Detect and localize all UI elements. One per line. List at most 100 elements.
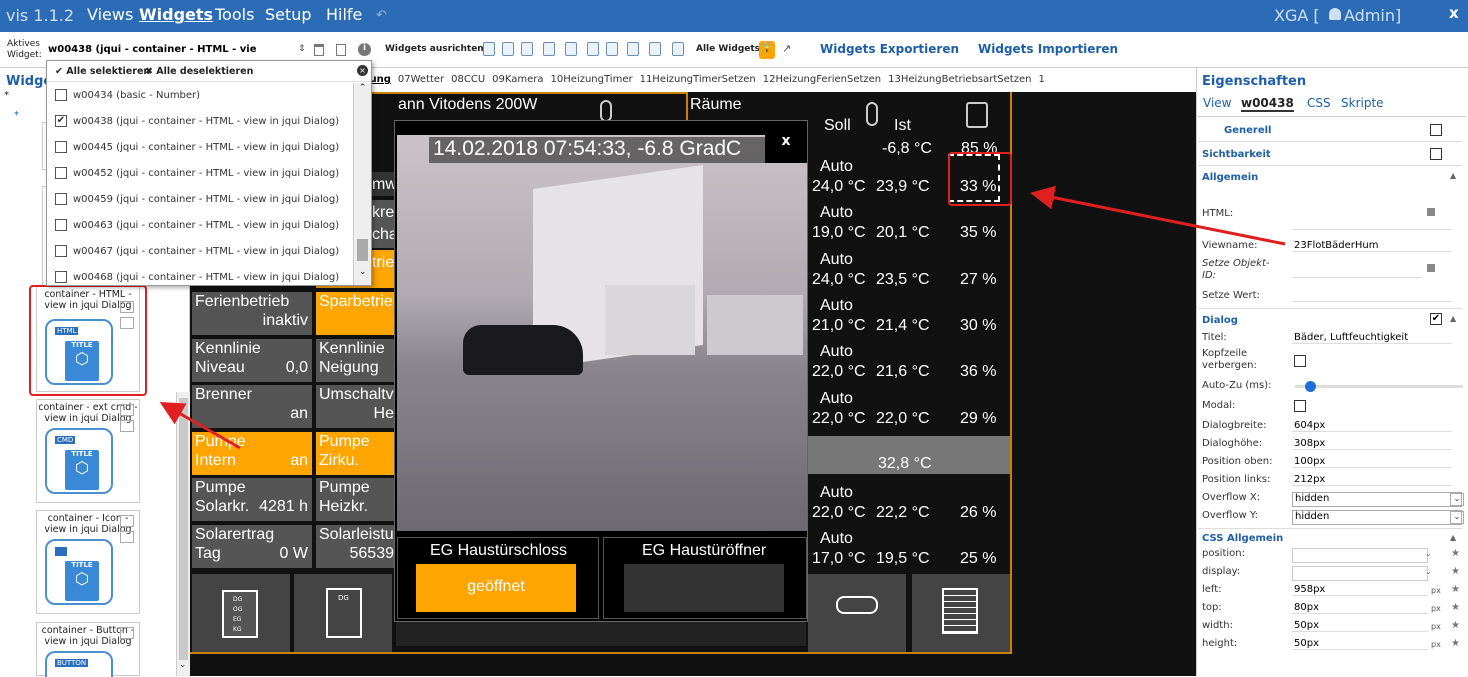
dropdown-close-icon[interactable]: × <box>357 65 368 76</box>
item-checkbox[interactable] <box>55 245 67 257</box>
dropdown-scrollbar[interactable]: ⌃ ⌄ <box>353 83 371 285</box>
dropdown-item[interactable]: w00468 (jqui - container - HTML - view i… <box>55 269 353 285</box>
autozu-slider[interactable] <box>1295 381 1463 392</box>
dropdown-item[interactable]: w00452 (jqui - container - HTML - view i… <box>55 165 353 185</box>
setze-wert-input[interactable] <box>1292 290 1452 302</box>
image-icon[interactable] <box>120 420 134 432</box>
menu-widgets[interactable]: Widgets <box>139 5 213 24</box>
scroll-up-icon[interactable]: ⌃ <box>359 83 367 93</box>
dropdown-item[interactable]: w00467 (jqui - container - HTML - view i… <box>55 243 353 263</box>
section-css-allgemein[interactable]: CSS Allgemein ▲ <box>1198 528 1462 546</box>
section-dialog[interactable]: Dialog ✔ ▲ <box>1198 308 1462 330</box>
scroll-thumb[interactable] <box>357 239 368 261</box>
item-checkbox[interactable] <box>55 271 67 283</box>
overflow-y-select[interactable]: hidden <box>1292 510 1462 525</box>
css-input[interactable]: 958px <box>1292 584 1428 596</box>
collapse-icon[interactable]: ▲ <box>1450 171 1456 180</box>
css-input[interactable] <box>1292 548 1428 563</box>
star-icon[interactable]: ★ <box>1451 638 1461 650</box>
dropdown-item[interactable]: w00463 (jqui - container - HTML - view i… <box>55 217 353 237</box>
view-tab[interactable]: 1 <box>1038 74 1044 85</box>
section-allgemein[interactable]: Allgemein ▲ <box>1198 168 1462 190</box>
item-checkbox[interactable] <box>55 141 67 153</box>
room-humidity[interactable]: 27 % <box>960 271 996 289</box>
setze-objekt-input[interactable] <box>1292 258 1422 278</box>
align-left-icon[interactable] <box>483 42 495 56</box>
palette-widget-button[interactable]: container - Button - view in jqui Dialog… <box>36 622 140 677</box>
collapse-icon[interactable]: ▲ <box>1450 533 1456 542</box>
css-input[interactable]: 80px <box>1292 602 1428 614</box>
dialog-checkbox[interactable]: ✔ <box>1430 313 1442 325</box>
same-width-icon[interactable] <box>649 42 661 56</box>
deselect-all-option[interactable]: ✖ Alle deselektieren <box>145 66 253 77</box>
distribute-h-icon[interactable] <box>606 42 618 56</box>
door-opener-button[interactable] <box>624 564 784 612</box>
section-generell[interactable]: Generell <box>1198 120 1462 142</box>
item-checkbox[interactable] <box>55 167 67 179</box>
edit-icon[interactable] <box>1427 208 1435 216</box>
titel-input[interactable]: Bäder, Luftfeuchtigkeit <box>1292 332 1452 344</box>
chevron-down-icon[interactable]: ⌄ <box>1450 493 1464 506</box>
kopfzeile-checkbox[interactable] <box>1294 355 1306 367</box>
house-button-all[interactable]: DG OG EG KG <box>192 574 290 652</box>
overflow-x-select[interactable]: hidden <box>1292 492 1462 507</box>
chevron-down-icon[interactable]: ⌄ <box>1425 567 1432 576</box>
menu-views[interactable]: Views <box>87 5 133 24</box>
same-height-icon[interactable] <box>672 42 684 56</box>
export-widgets-link[interactable]: Widgets Exportieren <box>820 42 959 56</box>
close-icon[interactable]: x <box>1449 4 1459 22</box>
chevron-down-icon[interactable]: ⌄ <box>1425 549 1432 558</box>
chevron-down-icon[interactable]: ⌄ <box>1450 511 1464 524</box>
align-top-icon[interactable] <box>521 42 533 56</box>
modal-checkbox[interactable] <box>1294 400 1306 412</box>
tab-view[interactable]: View <box>1203 96 1231 110</box>
object-picker-icon[interactable] <box>1427 264 1435 272</box>
preview-icon[interactable] <box>120 404 134 416</box>
room-humidity[interactable]: 29 % <box>960 410 996 428</box>
star-icon[interactable]: ★ <box>1451 566 1461 578</box>
menu-setup[interactable]: Setup <box>265 5 312 24</box>
align-bottom-icon[interactable] <box>543 42 555 56</box>
prop-input[interactable]: 604px <box>1292 420 1452 432</box>
viewname-input[interactable]: 23FlotBäderHum <box>1292 240 1452 252</box>
tab-widget[interactable]: w00438 <box>1241 96 1294 112</box>
house-button-dg[interactable]: DG <box>294 574 392 652</box>
prop-input[interactable]: 308px <box>1292 438 1452 450</box>
undo-icon[interactable]: ↶ <box>376 8 387 23</box>
section-sichtbarkeit[interactable]: Sichtbarkeit <box>1198 144 1462 166</box>
dropdown-item[interactable]: w00459 (jqui - container - HTML - view i… <box>55 191 353 211</box>
preview-icon[interactable] <box>120 515 134 527</box>
item-checkbox[interactable] <box>55 219 67 231</box>
palette-scrollbar[interactable]: ⌄ <box>176 392 190 676</box>
view-tab[interactable]: 07Wetter <box>398 74 444 85</box>
view-tab[interactable]: 13HeizungBetriebsartSetzen <box>888 74 1031 85</box>
item-checkbox[interactable]: ✔ <box>55 115 67 127</box>
palette-widget-cmd[interactable]: container - ext cmd - view in jqui Dialo… <box>36 399 140 503</box>
star-icon[interactable]: ★ <box>1451 548 1461 560</box>
prop-input[interactable]: 100px <box>1292 456 1452 468</box>
collapse-icon[interactable]: ▲ <box>1450 314 1456 323</box>
select-all-option[interactable]: ✔ Alle selektieren <box>55 66 150 77</box>
room-humidity[interactable]: 26 % <box>960 504 996 522</box>
view-tab[interactable]: 09Kamera <box>492 74 543 85</box>
slider-thumb[interactable] <box>1305 381 1317 392</box>
css-input[interactable]: 50px <box>1292 620 1428 632</box>
dropdown-item[interactable]: w00434 (basic - Number) <box>55 87 353 107</box>
external-link-icon[interactable]: ↗ <box>782 42 791 55</box>
tab-css[interactable]: CSS <box>1307 96 1331 110</box>
menu-hilfe[interactable]: Hilfe <box>326 5 362 24</box>
palette-widget-icon[interactable]: container - Icon - view in jqui Dialog T… <box>36 510 140 614</box>
align-center-v-icon[interactable] <box>565 42 577 56</box>
import-widgets-link[interactable]: Widgets Importieren <box>978 42 1118 56</box>
scroll-down-icon[interactable]: ⌄ <box>359 267 367 277</box>
star-icon[interactable]: ★ <box>1451 620 1461 632</box>
image-icon[interactable] <box>120 531 134 543</box>
star-icon[interactable]: ★ <box>1451 602 1461 614</box>
room-humidity[interactable]: 35 % <box>960 224 996 242</box>
item-checkbox[interactable] <box>55 89 67 101</box>
css-input[interactable] <box>1292 566 1428 581</box>
delete-icon[interactable] <box>314 44 324 56</box>
room-humidity[interactable]: 36 % <box>960 363 996 381</box>
view-tab[interactable]: 08CCU <box>451 74 485 85</box>
dialog-close-button[interactable]: x <box>765 121 807 163</box>
